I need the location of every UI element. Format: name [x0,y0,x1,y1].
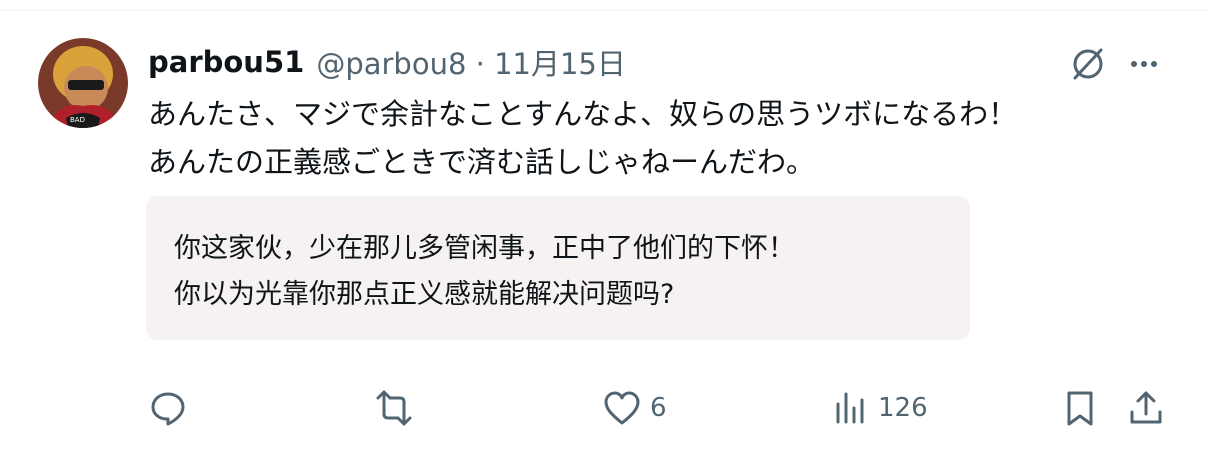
post-text: あんたさ、マジで余計なことすんなよ、奴らの思うツボになるわ！ あんたの正義感ごと… [148,90,1158,186]
bookmark-icon [1067,391,1093,426]
svg-text:BAD: BAD [70,116,85,124]
translation-line: 你以为光靠你那点正义感就能解决问题吗? [174,279,675,310]
like-count: 6 [650,393,667,423]
reply-button[interactable] [148,386,188,430]
handle-and-date[interactable]: @parbou8 · 11月15日 [316,41,626,83]
post-header: parbou51 @parbou8 · 11月15日 [148,40,626,84]
more-icon[interactable] [1122,42,1166,86]
avatar[interactable]: BAD [38,38,128,128]
like-button[interactable]: 6 [602,386,667,430]
share-button[interactable] [1126,386,1166,430]
repost-button[interactable] [372,386,416,430]
translation-line: 你这家伙，少在那儿多管闲事，正中了他们的下怀！ [174,233,795,264]
share-icon [1130,391,1162,424]
views-button[interactable]: 126 [830,386,928,430]
post-text-line: あんたさ、マジで余計なことすんなよ、奴らの思うツボになるわ！ [148,97,1018,131]
reply-icon [151,392,185,426]
display-name[interactable]: parbou51 [148,45,304,79]
bookmark-button[interactable] [1060,386,1100,430]
post-text-line: あんたの正義感ごときで済む話しじゃねーんだわ。 [148,145,816,179]
repost-icon [376,390,412,426]
views-count: 126 [878,393,928,423]
views-icon [836,392,864,424]
avatar-image: BAD [38,38,128,128]
top-divider [0,10,1206,11]
heart-icon [604,391,640,425]
translation-box: 你这家伙，少在那儿多管闲事，正中了他们的下怀！ 你以为光靠你那点正义感就能解决问… [146,196,970,340]
grok-icon[interactable] [1066,42,1110,86]
